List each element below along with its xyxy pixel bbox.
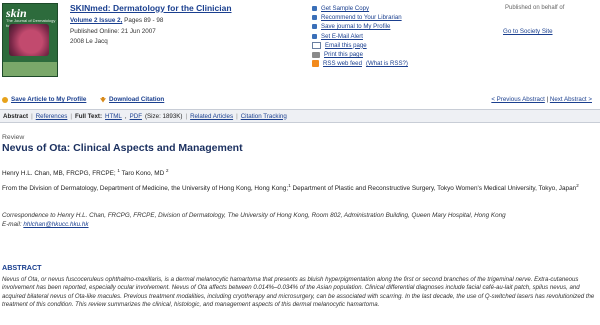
tab-references[interactable]: References <box>36 113 68 120</box>
bullet-icon <box>312 6 317 12</box>
author-email-link[interactable]: hhlchan@hkucc.hku.hk <box>23 221 88 228</box>
tab-abstract[interactable]: Abstract <box>3 113 28 120</box>
recommend-librarian-link[interactable]: Recommend to Your Librarian <box>312 13 408 22</box>
tab-pdf[interactable]: PDF <box>130 113 142 120</box>
article-action-bar: Save Article to My Profile Download Cita… <box>0 94 598 105</box>
what-is-rss-link[interactable]: (What is RSS?) <box>366 59 408 68</box>
email-label: E-mail: <box>2 221 24 229</box>
bullet-icon <box>312 33 317 39</box>
comma: , <box>124 112 127 120</box>
star-icon <box>2 96 8 103</box>
correspondence-text: Correspondence to Henry H.L. Chan, FRCPG… <box>2 212 506 219</box>
save-journal-link[interactable]: Save journal to My Profile <box>312 22 408 31</box>
abstract-navigation: < Previous Abstract | Next Abstract > <box>491 96 592 103</box>
link-label[interactable]: Save journal to My Profile <box>321 22 390 31</box>
save-article-label[interactable]: Save Article to My Profile <box>11 96 86 103</box>
rss-feed-link[interactable]: RSS web feed (What is RSS?) <box>312 59 408 68</box>
author-2: Taro Kono, MD <box>119 170 165 178</box>
journal-title-link[interactable]: SKINmed: Dermatology for the Clinician <box>70 3 232 13</box>
link-label[interactable]: Email this page <box>325 41 367 50</box>
author-2-sup: 2 <box>166 168 169 173</box>
full-text-label: Full Text: <box>74 112 103 120</box>
print-icon <box>312 51 320 58</box>
link-label[interactable]: Get Sample Copy <box>321 4 369 13</box>
journal-tools-list: Get Sample Copy Recommend to Your Librar… <box>312 4 408 68</box>
link-label[interactable]: Recommend to Your Librarian <box>321 13 402 22</box>
affiliation-1: From the Division of Dermatology, Depart… <box>2 185 289 193</box>
tab-related-articles[interactable]: Related Articles <box>190 113 233 120</box>
published-date: Published Online: 21 Jun 2007 <box>70 27 156 35</box>
tab-separator: | <box>236 112 238 120</box>
article-type: Review <box>2 134 25 141</box>
article-tabs: Abstract | References | Full Text: HTML,… <box>0 109 600 123</box>
bullet-icon <box>312 24 317 30</box>
previous-abstract-link[interactable]: < Previous Abstract <box>491 96 544 103</box>
article-authors: Henry H.L. Chan, MB, FRCPG, FRCPE; 1 Tar… <box>2 168 169 177</box>
tab-separator: | <box>185 112 188 120</box>
correspondence: Correspondence to Henry H.L. Chan, FRCPG… <box>2 211 562 229</box>
issue-link[interactable]: Volume 2 Issue 2, <box>70 17 122 24</box>
next-abstract-link[interactable]: Next Abstract > <box>550 96 592 103</box>
pdf-size: (Size: 1893K) <box>144 112 183 120</box>
rss-icon <box>312 60 319 68</box>
journal-cover-image: skin The Journal of Dermatology for the … <box>2 3 58 77</box>
download-icon <box>100 96 106 103</box>
society-site-link[interactable]: Go to Society Site <box>503 28 553 35</box>
bullet-icon <box>312 15 317 21</box>
link-label[interactable]: RSS web feed <box>323 59 362 68</box>
download-citation-label[interactable]: Download Citation <box>109 96 164 103</box>
email-page-link[interactable]: Email this page <box>312 41 408 50</box>
published-on-behalf: Published on behalf of <box>505 5 565 11</box>
abstract-text: Nevus of Ota, or nevus fuscoceruleus oph… <box>2 276 595 309</box>
save-article-button[interactable]: Save Article to My Profile <box>2 96 86 103</box>
cover-footer <box>3 62 57 76</box>
print-page-link[interactable]: Print this page <box>312 50 408 59</box>
tab-separator: | <box>70 112 72 120</box>
mail-icon <box>312 41 321 49</box>
download-citation-button[interactable]: Download Citation <box>100 96 164 103</box>
abstract-heading: ABSTRACT <box>2 263 42 272</box>
link-label[interactable]: Set E-Mail Alert <box>321 32 363 41</box>
tab-citation-tracking[interactable]: Citation Tracking <box>241 113 287 120</box>
author-1: Henry H.L. Chan, MB, FRCPG, FRCPE; <box>2 170 116 178</box>
link-label[interactable]: Print this page <box>324 50 363 59</box>
tab-separator: | <box>31 112 33 120</box>
journal-meta: Volume 2 Issue 2, Pages 89 - 98 Publishe… <box>70 16 163 48</box>
cover-photo <box>9 24 49 56</box>
affiliations: From the Division of Dermatology, Depart… <box>2 181 592 195</box>
article-title: Nevus of Ota: Clinical Aspects and Manag… <box>2 142 243 154</box>
copyright: 2008 Le Jacq <box>70 38 108 45</box>
email-alert-link[interactable]: Set E-Mail Alert <box>312 32 408 41</box>
tab-html[interactable]: HTML <box>105 113 122 120</box>
affiliation-sup-2: 2 <box>576 183 579 188</box>
page-range: Pages 89 - 98 <box>122 17 164 24</box>
affiliation-2: Department of Plastic and Reconstructive… <box>290 185 577 193</box>
get-sample-copy-link[interactable]: Get Sample Copy <box>312 4 408 13</box>
